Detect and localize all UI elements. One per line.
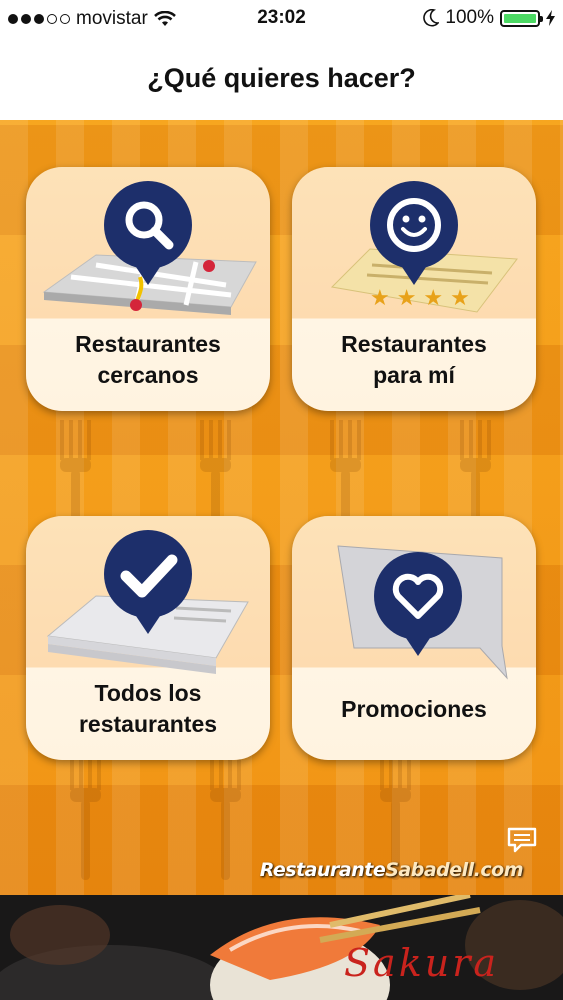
ad-banner[interactable]: Sakura — [0, 895, 563, 1000]
brand-name-part2: Sabadell.com — [385, 859, 523, 881]
smiley-icon — [370, 181, 458, 285]
nearby-restaurants-button[interactable]: Restaurantes cercanos — [26, 167, 270, 411]
checkmark-icon — [104, 530, 192, 634]
restaurants-for-me-label: Restaurantes para mí — [341, 331, 487, 388]
heart-icon — [374, 552, 462, 656]
banner-text: Sakura — [344, 941, 500, 985]
comment-icon[interactable] — [507, 827, 537, 853]
all-restaurants-label: Todos los restaurantes — [78, 680, 218, 737]
nearby-restaurants-label: Restaurantes cercanos — [75, 331, 221, 388]
battery-info: 100% — [423, 7, 555, 29]
main-menu-area: Restaurantes cercanos ★ ★ ★ ★ Restaurant… — [0, 120, 563, 895]
charging-bolt-icon — [546, 10, 555, 26]
page-header: ¿Qué quieres hacer? — [0, 36, 563, 120]
restaurants-for-me-button[interactable]: ★ ★ ★ ★ Restaurantes para mí — [292, 167, 536, 411]
status-bar: movistar 23:02 100% — [0, 0, 563, 36]
search-icon — [104, 181, 192, 285]
promotions-button[interactable]: Promociones — [292, 516, 536, 760]
brand-name-part1: Restaurante — [259, 859, 386, 881]
brand-logo: RestauranteSabadell.com — [259, 859, 524, 881]
page-title: ¿Qué quieres hacer? — [147, 62, 416, 93]
promotions-label: Promociones — [341, 695, 487, 722]
battery-icon — [500, 9, 543, 27]
battery-percent: 100% — [445, 7, 494, 28]
all-restaurants-button[interactable]: Todos los restaurantes — [26, 516, 270, 760]
moon-icon — [423, 9, 440, 27]
